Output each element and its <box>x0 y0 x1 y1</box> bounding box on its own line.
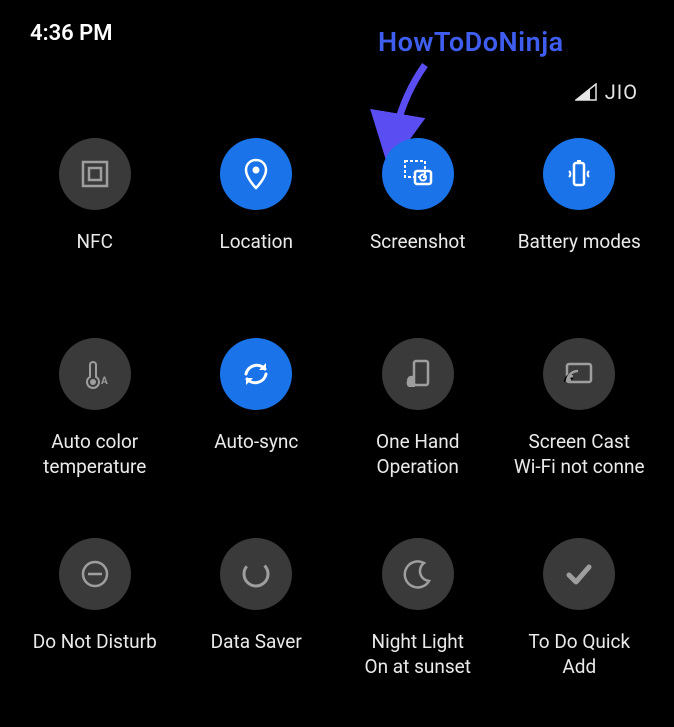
signal-icon <box>575 83 597 101</box>
tile-label: Location <box>219 230 293 255</box>
tile-do-not-disturb[interactable]: Do Not Disturb <box>15 538 175 655</box>
tile-one-hand-operation[interactable]: One Hand Operation <box>338 338 498 479</box>
tile-label: Battery modes <box>518 230 641 255</box>
dnd-icon <box>59 538 131 610</box>
thermometer-icon: A <box>59 338 131 410</box>
tile-label: Screenshot <box>370 230 465 255</box>
tile-screen-cast[interactable]: Screen Cast Wi-Fi not conne <box>499 338 659 479</box>
svg-text:A: A <box>101 376 108 387</box>
tile-label: Auto-sync <box>214 430 298 455</box>
tile-label: Screen Cast <box>528 430 630 455</box>
network-indicator: JIO <box>575 80 638 104</box>
tile-data-saver[interactable]: Data Saver <box>176 538 336 655</box>
tile-label: NFC <box>77 230 113 255</box>
screenshot-icon <box>382 138 454 210</box>
tile-label: Data Saver <box>211 630 302 655</box>
todo-icon <box>543 538 615 610</box>
cast-icon <box>543 338 615 410</box>
tile-label: To Do Quick Add <box>528 630 630 679</box>
tile-auto-color-temperature[interactable]: A Auto color temperature <box>15 338 175 479</box>
tile-night-light[interactable]: Night Light On at sunset <box>338 538 498 679</box>
tile-battery-modes[interactable]: Battery modes <box>499 138 659 255</box>
annotation-text: HowToDoNinja <box>378 26 564 58</box>
tile-label: Night Light <box>372 630 464 655</box>
status-bar: 4:36 PM <box>0 18 674 48</box>
tile-sublabel: Wi-Fi not conne <box>514 455 645 480</box>
tile-auto-sync[interactable]: Auto-sync <box>176 338 336 455</box>
tile-label: One Hand Operation <box>376 430 459 479</box>
quick-settings-grid: NFC Location Screenshot Batter <box>0 138 674 727</box>
tile-sublabel: On at sunset <box>365 655 471 680</box>
onehand-icon <box>382 338 454 410</box>
tile-nfc[interactable]: NFC <box>15 138 175 255</box>
tile-label: Auto color temperature <box>43 430 146 479</box>
nightlight-icon <box>382 538 454 610</box>
datasaver-icon <box>220 538 292 610</box>
carrier-label: JIO <box>605 80 638 104</box>
tile-label: Do Not Disturb <box>33 630 157 655</box>
sync-icon <box>220 338 292 410</box>
tile-location[interactable]: Location <box>176 138 336 255</box>
battery-icon <box>543 138 615 210</box>
tile-screenshot[interactable]: Screenshot <box>338 138 498 255</box>
location-icon <box>220 138 292 210</box>
tile-todo-quick-add[interactable]: To Do Quick Add <box>499 538 659 679</box>
clock: 4:36 PM <box>30 21 113 46</box>
nfc-icon <box>59 138 131 210</box>
